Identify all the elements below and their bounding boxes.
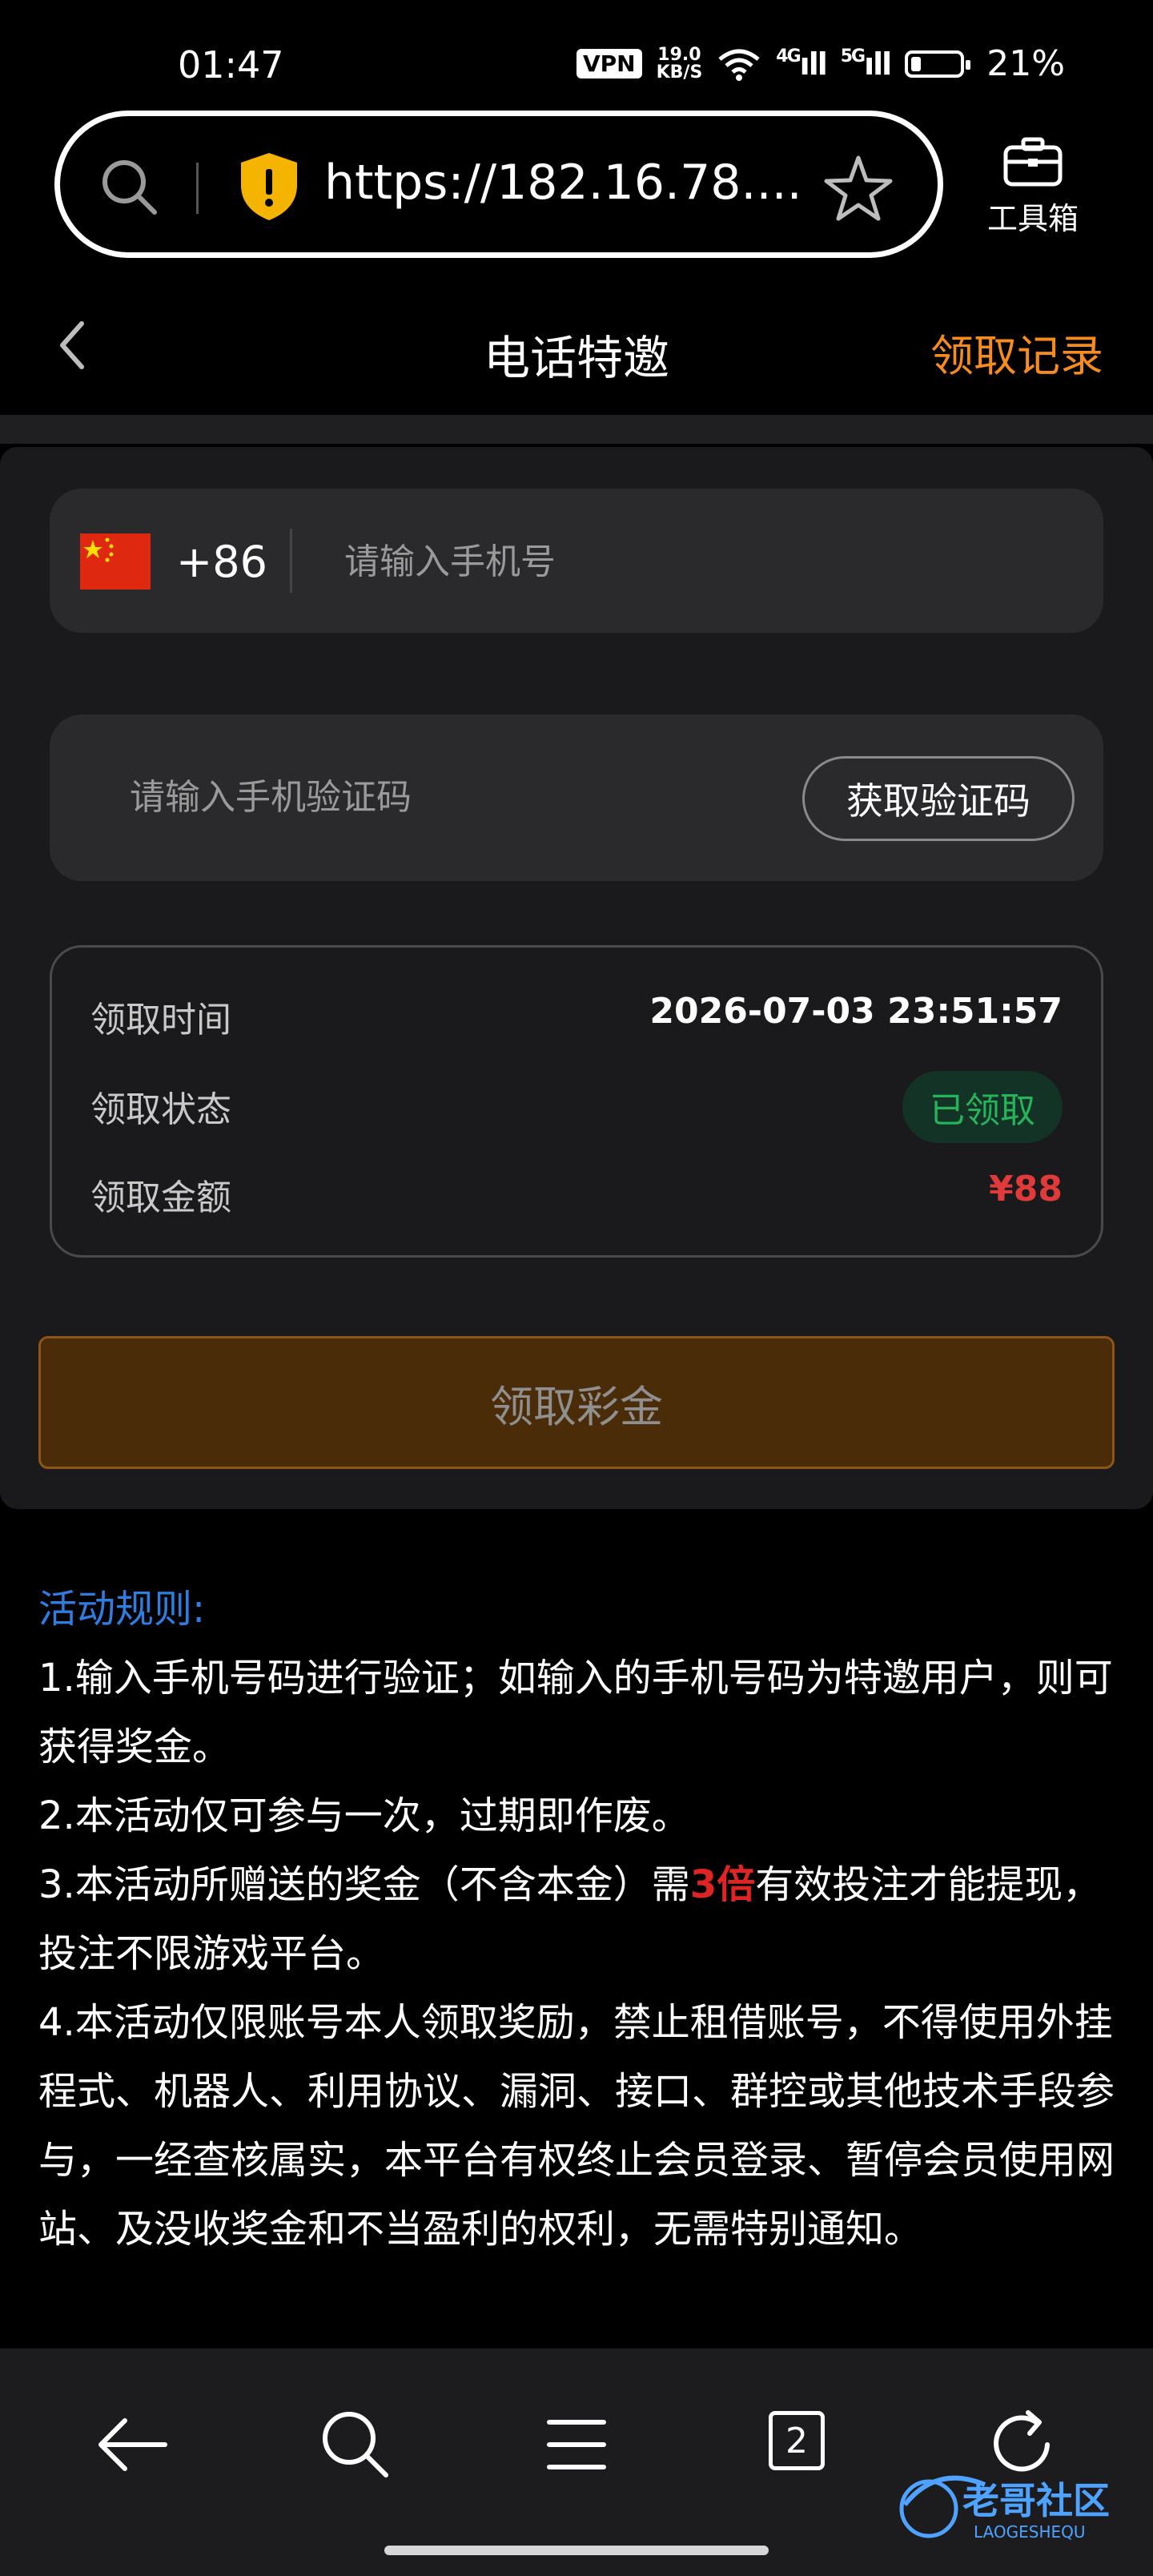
signal-5g-icon: 5Gıll xyxy=(840,46,892,82)
claim-time-value: 2026-07-03 23:51:57 xyxy=(649,991,1063,1032)
status-badge: 已领取 xyxy=(902,1071,1063,1143)
status-bar: 01:47 VPN 19.0 KB/S 4Gıll 5Gıll 21% xyxy=(0,0,1153,112)
rule-3-before: 3.本活动所赠送的奖金（不含本金）需 xyxy=(38,1862,690,1907)
net-speed-unit: KB/S xyxy=(656,62,703,83)
info-row-time: 领取时间 2026-07-03 23:51:57 xyxy=(90,975,1063,1047)
address-bar[interactable]: https://182.16.78.... xyxy=(54,111,943,258)
info-row-amount: 领取金额 ¥88 xyxy=(90,1153,1063,1225)
rule-1: 1.输入手机号码进行验证；如输入的手机号码为特邀用户，则可获得奖金。 xyxy=(38,1656,1113,1769)
rule-3: 3.本活动所赠送的奖金（不含本金）需3倍有效投注才能提现，投注不限游戏平台。 xyxy=(38,1850,1127,1988)
battery-percent: 21% xyxy=(986,43,1065,84)
toolbox-icon xyxy=(1003,137,1063,187)
toolbox-label: 工具箱 xyxy=(986,201,1079,236)
url-divider xyxy=(196,163,199,214)
dial-code[interactable]: +86 xyxy=(176,537,267,587)
claim-amount-label: 领取金额 xyxy=(90,1177,231,1218)
toolbox-button[interactable]: 工具箱 xyxy=(969,136,1097,238)
rule-2: 2.本活动仅可参与一次，过期即作废。 xyxy=(38,1793,690,1838)
back-arrow-icon[interactable] xyxy=(93,2405,173,2485)
phone-input[interactable] xyxy=(343,535,1067,588)
claim-status-label: 领取状态 xyxy=(90,1089,231,1130)
bookmark-star-icon[interactable] xyxy=(821,151,896,227)
verification-code-field: 获取验证码 xyxy=(50,714,1103,881)
net-speed-value: 19.0 xyxy=(657,44,701,65)
watermark-subtext: LAOGESHEQU xyxy=(974,2522,1086,2542)
watermark-logo: 老哥社区 LAOGESHEQU xyxy=(899,2475,1110,2542)
claim-info-box: 领取时间 2026-07-03 23:51:57 领取状态 已领取 领取金额 ¥… xyxy=(50,945,1103,1258)
search-icon[interactable] xyxy=(97,155,161,219)
status-time: 01:47 xyxy=(178,43,284,87)
phone-field: +86 xyxy=(50,489,1103,633)
claim-bonus-button[interactable]: 领取彩金 xyxy=(38,1336,1115,1469)
activity-rules: 活动规则: 1.输入手机号码进行验证；如输入的手机号码为特邀用户，则可获得奖金。… xyxy=(38,1575,1127,2264)
menu-icon[interactable] xyxy=(536,2405,617,2485)
rules-title: 活动规则: xyxy=(38,1587,206,1632)
tabs-count-button[interactable]: 2 xyxy=(769,2411,825,2470)
search-icon[interactable] xyxy=(315,2405,396,2485)
battery-fill xyxy=(911,56,922,71)
url-text[interactable]: https://182.16.78.... xyxy=(324,155,802,211)
claim-amount-value: ¥88 xyxy=(989,1169,1063,1210)
rule-3-highlight: 3倍 xyxy=(689,1862,756,1907)
header-divider xyxy=(0,415,1153,444)
claim-card: +86 获取验证码 领取时间 2026-07-03 23:51:57 领取状态 … xyxy=(0,447,1153,1509)
signal-5g-label: 5G xyxy=(840,46,866,66)
browser-bottom-nav: 2 老哥社区 LAOGESHEQU xyxy=(0,2349,1153,2576)
home-indicator[interactable] xyxy=(384,2546,769,2555)
get-code-button[interactable]: 获取验证码 xyxy=(802,756,1075,841)
page-header: 电话特邀 领取记录 xyxy=(0,288,1153,409)
status-icons: VPN 19.0 KB/S 4Gıll 5Gıll 21% xyxy=(576,43,1065,84)
claim-time-label: 领取时间 xyxy=(90,1000,231,1040)
net-speed: 19.0 KB/S xyxy=(657,46,703,82)
battery-icon xyxy=(905,50,971,78)
field-divider xyxy=(290,529,292,593)
info-row-status: 领取状态 已领取 xyxy=(90,1065,1063,1143)
china-flag-icon[interactable] xyxy=(80,533,151,590)
rule-4: 4.本活动仅限账号本人领取奖励，禁止租借账号，不得使用外挂程式、机器人、利用协议… xyxy=(38,2000,1115,2252)
signal-4g-label: 4G xyxy=(776,46,801,66)
wifi-icon xyxy=(718,49,760,81)
vpn-icon: VPN xyxy=(576,49,642,78)
claim-records-link[interactable]: 领取记录 xyxy=(930,320,1103,384)
warning-shield-icon[interactable] xyxy=(238,151,300,222)
verification-code-input[interactable] xyxy=(128,771,772,823)
watermark-text: 老哥社区 xyxy=(962,2479,1110,2522)
signal-4g-icon: 4Gıll xyxy=(776,46,827,82)
